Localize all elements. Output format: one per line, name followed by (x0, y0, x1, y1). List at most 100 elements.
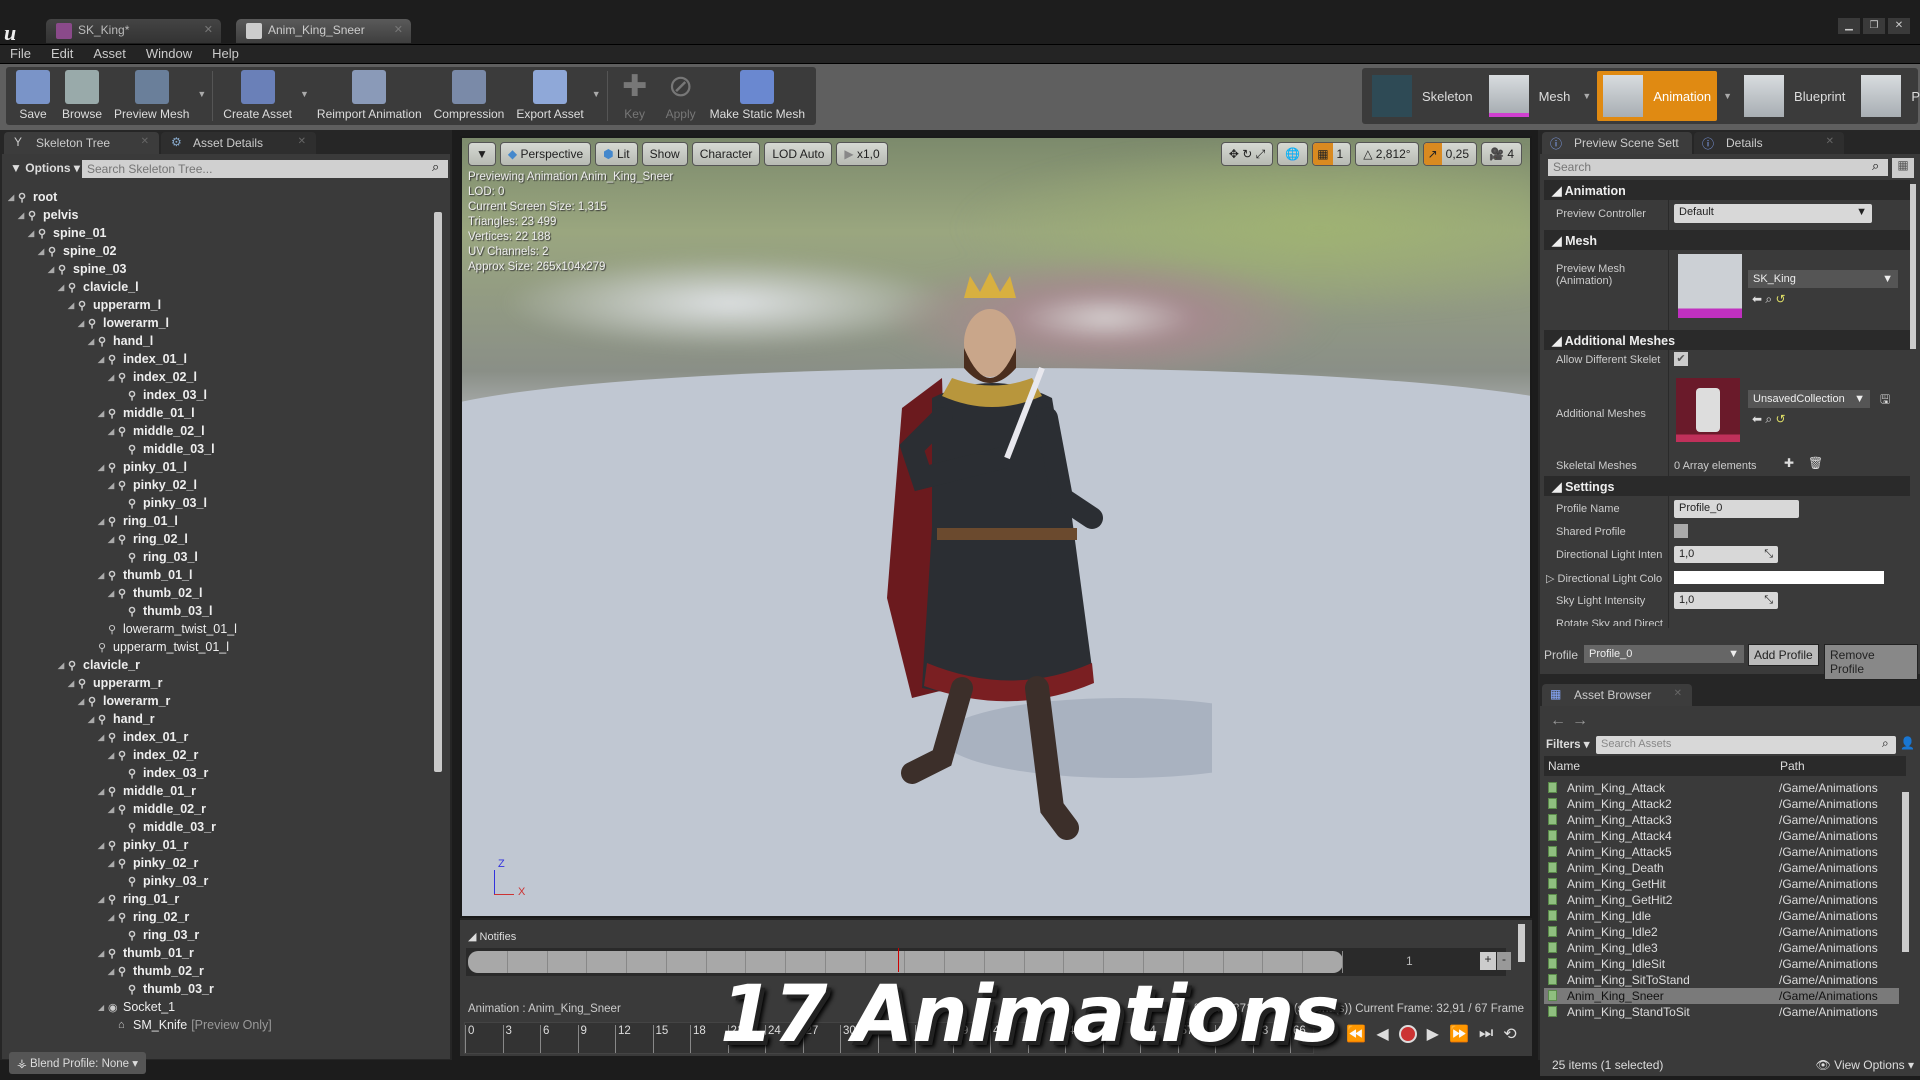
asset-row[interactable]: Anim_King_Attack3/Game/Animations (1544, 812, 1899, 828)
expand-arrow-icon[interactable]: ◢ (98, 949, 108, 958)
chevron-down-icon[interactable]: ▼ (592, 89, 601, 99)
bone-middle_01_l[interactable]: ◢ ⚲ middle_01_l (8, 404, 433, 422)
viewport-lod-auto-button[interactable]: LOD Auto (764, 142, 833, 166)
bone-ring_01_l[interactable]: ◢ ⚲ ring_01_l (8, 512, 433, 530)
bone-pinky_03_l[interactable]: ⚲ pinky_03_l (8, 494, 433, 512)
bone-clavicle_l[interactable]: ◢ ⚲ clavicle_l (8, 278, 433, 296)
expand-arrow-icon[interactable]: ◢ (98, 571, 108, 580)
bone-thumb_01_r[interactable]: ◢ ⚲ thumb_01_r (8, 944, 433, 962)
bone-middle_02_l[interactable]: ◢ ⚲ middle_02_l (8, 422, 433, 440)
additional-meshes-dropdown[interactable]: UnsavedCollection ▼ (1748, 390, 1870, 408)
expand-arrow-icon[interactable]: ◢ (98, 895, 108, 904)
menu-window[interactable]: Window (146, 45, 192, 63)
asset-row[interactable]: Anim_King_Idle2/Game/Animations (1544, 924, 1899, 940)
bone-root[interactable]: ◢ ⚲ root (8, 188, 433, 206)
sky-light-intensity-input[interactable]: 1,0 ⤡ (1674, 592, 1778, 609)
preview-mesh-dropdown[interactable]: SK_King ▼ (1748, 270, 1898, 288)
profile-dropdown[interactable]: Profile_0 ▼ (1584, 645, 1744, 663)
bone-thumb_03_l[interactable]: ⚲ thumb_03_l (8, 602, 433, 620)
close-icon[interactable]: ✕ (1674, 688, 1682, 699)
scrollbar[interactable] (1902, 792, 1909, 952)
expand-arrow-icon[interactable]: ◢ (108, 481, 118, 490)
menu-edit[interactable]: Edit (51, 45, 73, 63)
preview-controller-dropdown[interactable]: Default ▼ (1674, 204, 1872, 223)
mode-skeleton[interactable]: Skeleton (1366, 71, 1479, 121)
notify-cell[interactable] (587, 951, 628, 973)
menu-file[interactable]: File (10, 45, 31, 63)
bone-hand_r[interactable]: ◢ ⚲ hand_r (8, 710, 433, 728)
trash-icon[interactable]: 🗑 (1808, 456, 1823, 470)
tab-asset-browser[interactable]: ▦ Asset Browser ✕ (1542, 684, 1692, 706)
tab-skeleton-tree[interactable]: Y Skeleton Tree ✕ (4, 132, 159, 154)
expand-arrow-icon[interactable]: ◢ (98, 463, 108, 472)
scrollbar[interactable] (434, 212, 442, 772)
asset-row[interactable]: Anim_King_GetHit/Game/Animations (1544, 876, 1899, 892)
bone-pinky_02_r[interactable]: ◢ ⚲ pinky_02_r (8, 854, 433, 872)
expand-arrow-icon[interactable]: ◢ (88, 715, 98, 724)
section-animation[interactable]: ◢ Animation (1544, 180, 1910, 200)
view-options-button[interactable]: 👁 View Options ▾ (1816, 1058, 1914, 1072)
shared-profile-checkbox[interactable] (1674, 524, 1688, 538)
notify-cell[interactable] (627, 951, 667, 973)
directional-light-intensity-input[interactable]: 1,0 ⤡ (1674, 546, 1778, 563)
expand-arrow-icon[interactable]: ◢ (18, 211, 28, 220)
directional-light-color-swatch[interactable] (1674, 571, 1884, 584)
apply-button[interactable]: ⊘ Apply (658, 70, 704, 121)
preview-viewport[interactable]: ▼ ◆ Perspective ⬢ Lit Show Character LOD Auto… (460, 136, 1532, 918)
bone-ring_03_l[interactable]: ⚲ ring_03_l (8, 548, 433, 566)
asset-search-input[interactable]: Search Assets (1596, 736, 1896, 754)
viewport-perspective-button[interactable]: ◆ Perspective (499, 142, 592, 166)
bone-pinky_02_l[interactable]: ◢ ⚲ pinky_02_l (8, 476, 433, 494)
close-window-icon[interactable]: ✕ (1888, 18, 1910, 34)
preview-mesh-button[interactable]: Preview Mesh (108, 70, 195, 121)
bone-spine_01[interactable]: ◢ ⚲ spine_01 (8, 224, 433, 242)
mode-blueprint[interactable]: Blueprint (1738, 71, 1851, 121)
asset-row[interactable]: Anim_King_StandToSit/Game/Animations (1544, 1004, 1899, 1020)
step-back-icon[interactable]: ⏪ (1346, 1024, 1366, 1044)
bone-upperarm_r[interactable]: ◢ ⚲ upperarm_r (8, 674, 433, 692)
scrollbar[interactable] (1518, 924, 1525, 962)
expand-arrow-icon[interactable]: ◢ (58, 661, 68, 670)
expand-arrow-icon[interactable]: ◢ (68, 679, 78, 688)
bone-thumb_03_r[interactable]: ⚲ thumb_03_r (8, 980, 433, 998)
notify-cell[interactable] (508, 951, 548, 973)
expand-arrow-icon[interactable]: ◢ (98, 409, 108, 418)
section-additional-meshes[interactable]: ◢ Additional Meshes (1544, 330, 1910, 350)
bone-middle_03_r[interactable]: ⚲ middle_03_r (8, 818, 433, 836)
tab-asset-details[interactable]: ⚙ Asset Details ✕ (161, 132, 316, 154)
asset-row[interactable]: Anim_King_SitToStand/Game/Animations (1544, 972, 1899, 988)
loop-icon[interactable]: ⟲ (1503, 1024, 1516, 1044)
expand-arrow-icon[interactable]: ◢ (108, 913, 118, 922)
bone-thumb_02_r[interactable]: ◢ ⚲ thumb_02_r (8, 962, 433, 980)
skeleton-search-input[interactable] (82, 160, 448, 178)
scrollbar[interactable] (1910, 184, 1916, 349)
expand-arrow-icon[interactable]: ◢ (98, 841, 108, 850)
expand-arrow-icon[interactable]: ◢ (68, 301, 78, 310)
forward-icon[interactable]: → (1572, 712, 1588, 730)
play-reverse-icon[interactable]: ◀ (1376, 1024, 1388, 1044)
expand-arrow-icon[interactable]: ◢ (88, 337, 98, 346)
bone-index_01_l[interactable]: ◢ ⚲ index_01_l (8, 350, 433, 368)
expand-arrow-icon[interactable]: ◢ (38, 247, 48, 256)
add-element-icon[interactable]: ✚ (1784, 456, 1794, 470)
tab-anim-king-sneer[interactable]: Anim_King_Sneer ✕ (236, 19, 411, 43)
compression-button[interactable]: Compression (428, 70, 511, 121)
back-icon[interactable]: ← (1550, 712, 1566, 730)
expand-arrow-icon[interactable]: ◢ (98, 733, 108, 742)
snap-camera-speed[interactable]: 🎥 4 (1481, 142, 1522, 166)
menu-asset[interactable]: Asset (93, 45, 126, 63)
viewport-character-button[interactable]: Character (691, 142, 761, 166)
bone-thumb_01_l[interactable]: ◢ ⚲ thumb_01_l (8, 566, 433, 584)
close-icon[interactable]: ✕ (141, 136, 149, 147)
expand-arrow-icon[interactable]: ◢ (8, 193, 18, 202)
bone-index_03_l[interactable]: ⚲ index_03_l (8, 386, 433, 404)
record-icon[interactable] (1398, 1025, 1417, 1043)
property-matrix-icon[interactable]: ▦ (1892, 158, 1914, 178)
notify-cell[interactable] (667, 951, 707, 973)
reimport-animation-button[interactable]: Reimport Animation (311, 70, 428, 121)
notifies-label[interactable]: ◢ Notifies (468, 930, 516, 943)
chevron-down-icon[interactable]: ▼ (1723, 91, 1732, 101)
save-icon[interactable]: 🖫 (1880, 390, 1890, 411)
tab-details[interactable]: ⓘ Details ✕ (1694, 132, 1844, 154)
asset-row[interactable]: Anim_King_Attack/Game/Animations (1544, 780, 1899, 796)
